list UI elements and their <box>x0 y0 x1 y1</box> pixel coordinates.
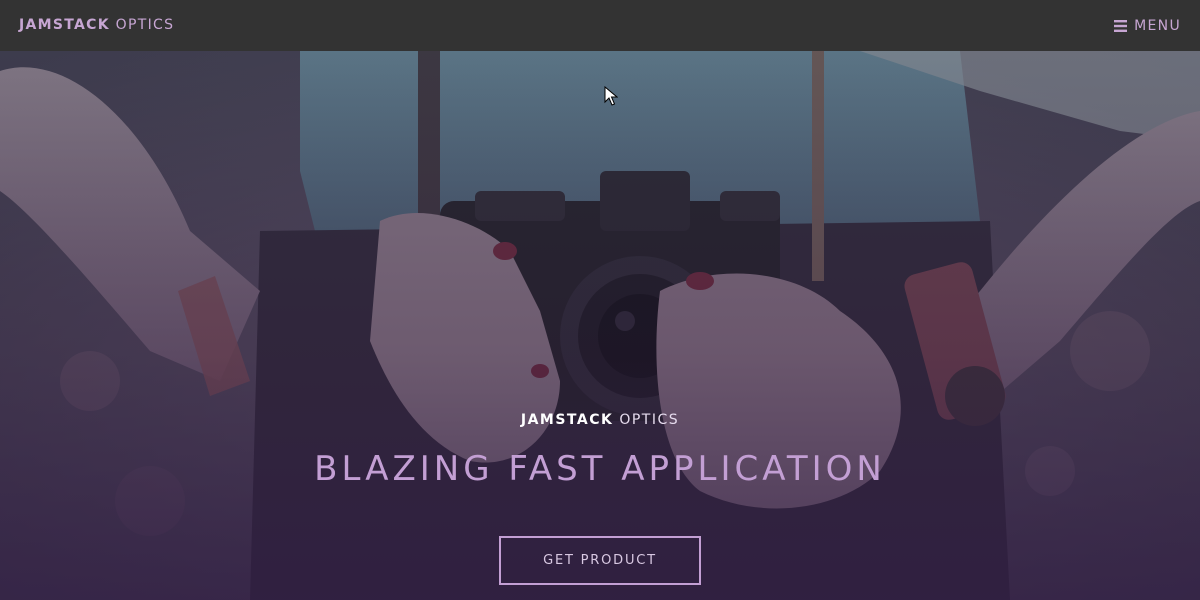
brand-name-bold: JAMSTACK <box>19 17 110 33</box>
hero-brand: JAMSTACK OPTICS <box>0 412 1200 428</box>
mouse-cursor-icon <box>604 86 618 106</box>
brand-logo-link[interactable]: JAMSTACK OPTICS <box>19 17 174 33</box>
hero-color-overlay <box>0 51 1200 600</box>
hamburger-icon <box>1114 20 1128 32</box>
top-navbar: JAMSTACK OPTICS MENU <box>0 0 1200 51</box>
menu-button[interactable]: MENU <box>1114 18 1181 34</box>
hero-title: BLAZING FAST APPLICATION <box>314 449 886 489</box>
hero-section: JAMSTACK OPTICS BLAZING FAST APPLICATION… <box>0 51 1200 600</box>
brand-name-light: OPTICS <box>115 17 175 33</box>
hero-brand-light: OPTICS <box>619 412 680 428</box>
hero-brand-bold: JAMSTACK <box>520 412 614 428</box>
menu-label: MENU <box>1134 18 1181 34</box>
get-product-button[interactable]: GET PRODUCT <box>499 536 701 585</box>
